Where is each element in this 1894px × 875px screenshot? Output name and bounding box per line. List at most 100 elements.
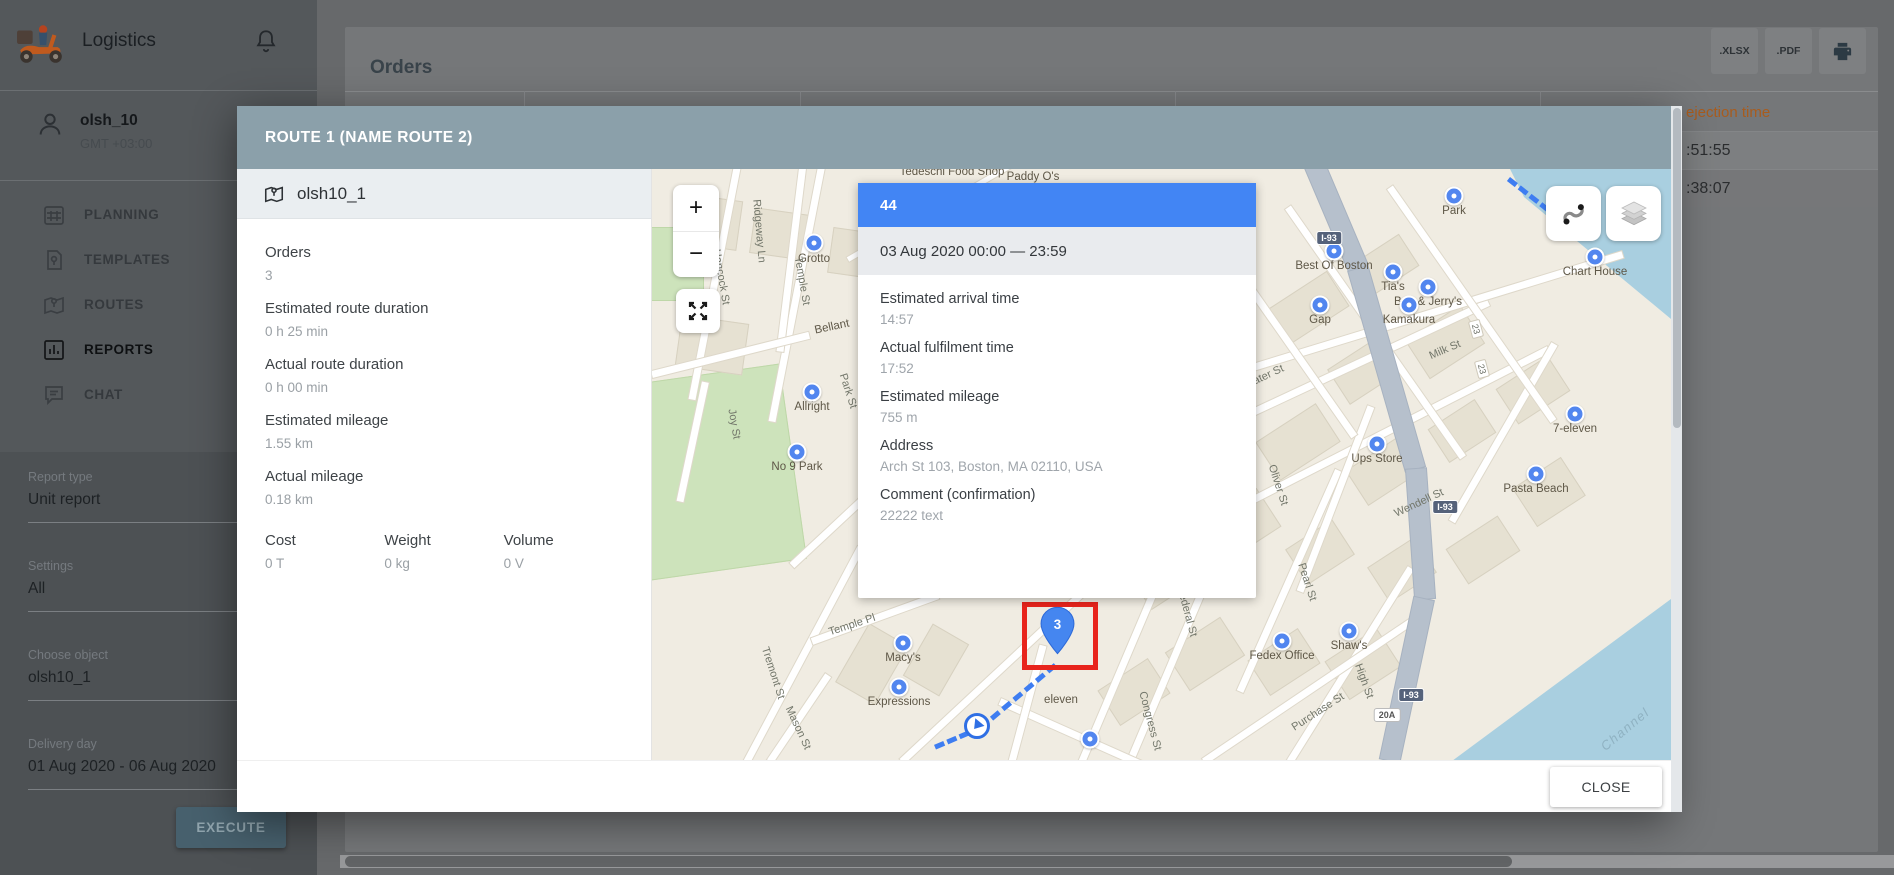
map-pin-icon (263, 183, 285, 205)
road-shield: I-93 (1398, 688, 1424, 702)
reports-icon (42, 338, 66, 362)
poi-icon (890, 678, 909, 697)
poi-icon (788, 443, 807, 462)
stat-value: 0 T (265, 555, 384, 572)
map-label: Ups Store (1351, 453, 1402, 465)
sidebar-item-label: CHAT (84, 387, 123, 402)
map-label: Expressions (868, 696, 931, 708)
order-fields: Estimated arrival time14:57 Actual fulfil… (858, 275, 1256, 523)
poi-icon (1311, 296, 1330, 315)
table-header-border (345, 91, 1878, 92)
page-title: Orders (370, 57, 432, 79)
zoom-in-button[interactable]: + (673, 185, 719, 231)
execute-button[interactable]: EXECUTE (176, 807, 286, 848)
stat-label: Actual route duration (265, 355, 623, 374)
map-label: Park St (837, 372, 860, 410)
poi-icon (1586, 248, 1605, 267)
stat-label: Orders (265, 243, 623, 262)
road-shield: I-93 (1432, 500, 1458, 514)
scrollbar-thumb[interactable] (345, 856, 1512, 867)
map-label: Chart House (1563, 266, 1628, 278)
map-label: No 9 Park (771, 461, 822, 473)
route-stats: Orders3 Estimated route duration0 h 25 mi… (237, 219, 651, 508)
popup-pointer (1038, 583, 1062, 596)
stat-label: Volume (504, 531, 623, 550)
bell-icon[interactable] (253, 28, 279, 54)
stat-estimated-route-duration: Estimated route duration0 h 25 min (265, 299, 623, 340)
poi-icon (1419, 278, 1438, 297)
stat-volume: Volume 0 V (504, 531, 623, 572)
stat-label: Cost (265, 531, 384, 550)
popup-field-label: Estimated mileage (880, 389, 1234, 405)
popup-field-estimated-arrival-time: Estimated arrival time14:57 (880, 291, 1234, 327)
order-popup: 44 03 Aug 2020 00:00 — 23:59 Estimated a… (858, 183, 1256, 598)
poi-icon (805, 234, 824, 253)
chat-icon (42, 383, 66, 407)
stat-value: 0 kg (384, 555, 503, 572)
map-label: Allright (794, 401, 829, 413)
export--pdf-button[interactable]: .PDF (1765, 28, 1812, 74)
sidebar-item-label: PLANNING (84, 207, 159, 222)
route-details-modal: ROUTE 1 (NAME ROUTE 2) olsh10_1 Orders3E… (237, 106, 1671, 812)
print-button[interactable] (1819, 28, 1866, 74)
export--xlsx-button[interactable]: .XLSX (1711, 28, 1758, 74)
popup-field-value: Arch St 103, Boston, MA 02110, USA (880, 459, 1234, 474)
column-separator (1540, 91, 1541, 106)
fullscreen-button[interactable] (676, 289, 720, 333)
map-label: Best Of Boston (1295, 260, 1372, 272)
map-label: Tedeschi Food Shop (900, 169, 1005, 178)
close-button[interactable]: CLOSE (1550, 767, 1662, 807)
popup-field-actual-fulfilment-time: Actual fulfilment time17:52 (880, 340, 1234, 376)
poi-icon (1368, 435, 1387, 454)
horizontal-scrollbar[interactable] (340, 855, 1894, 868)
popup-field-label: Actual fulfilment time (880, 340, 1234, 356)
stat-value: 0 h 25 min (265, 323, 623, 340)
zoom-out-button[interactable]: − (673, 231, 719, 278)
stat-orders: Orders3 (265, 243, 623, 284)
modal-scrollbar[interactable] (1671, 106, 1682, 812)
table-row[interactable]: :51:55 (1682, 131, 1878, 169)
stat-value: 0 V (504, 555, 623, 572)
cost-weight-volume: Cost 0 TWeight 0 kgVolume 0 V (237, 523, 651, 572)
stat-cost: Cost 0 T (265, 531, 384, 572)
route-summary-panel: olsh10_1 Orders3 Estimated route duration… (237, 169, 652, 761)
road-shield: 20A (1374, 708, 1401, 722)
popup-field-value: 14:57 (880, 312, 1234, 327)
map-label: Pasta Beach (1503, 483, 1568, 495)
brand-name: Logistics (82, 30, 156, 52)
routes-icon (42, 293, 66, 317)
stat-label: Weight (384, 531, 503, 550)
stat-value: 0 h 00 min (265, 379, 623, 396)
popup-field-value: 755 m (880, 410, 1234, 425)
stat-label: Actual mileage (265, 467, 623, 486)
brand-row: Logistics (0, 0, 317, 91)
user-name: olsh_10 (80, 112, 138, 130)
layers-button[interactable] (1606, 186, 1661, 241)
map-label: Macy's (885, 652, 920, 664)
layers-icon (1618, 198, 1650, 230)
fullscreen-icon (686, 299, 710, 323)
poi-icon (1340, 622, 1359, 641)
order-marker[interactable]: 3 (1039, 606, 1076, 656)
table-row[interactable]: :38:07 (1682, 169, 1878, 207)
map[interactable]: Tedeschi Food ShopGrottoRidgeway LnHanco… (652, 169, 1671, 761)
stat-value: 1.55 km (265, 435, 623, 452)
poi-icon (1566, 405, 1585, 424)
column-header-ejection-time: ejection time (1686, 104, 1770, 121)
modal-scrollbar-thumb[interactable] (1673, 108, 1681, 428)
unit-name: olsh10_1 (297, 184, 366, 204)
poi-icon (1527, 465, 1546, 484)
map-label: 23 (1474, 359, 1490, 380)
map-label: Bellant (814, 317, 851, 336)
sidebar-item-label: ROUTES (84, 297, 144, 312)
map-label: Shaw's (1331, 640, 1368, 652)
popup-field-address: Address Arch St 103, Boston, MA 02110, US… (880, 438, 1234, 474)
sidebar-item-label: REPORTS (84, 342, 153, 357)
template-icon (42, 248, 66, 272)
route-shape-button[interactable] (1546, 186, 1601, 241)
user-timezone: GMT +03:00 (80, 136, 152, 151)
order-interval: 03 Aug 2020 00:00 — 23:59 (858, 227, 1256, 275)
poi-icon (1400, 296, 1419, 315)
popup-field-label: Address (880, 438, 1234, 454)
user-icon (36, 110, 64, 138)
